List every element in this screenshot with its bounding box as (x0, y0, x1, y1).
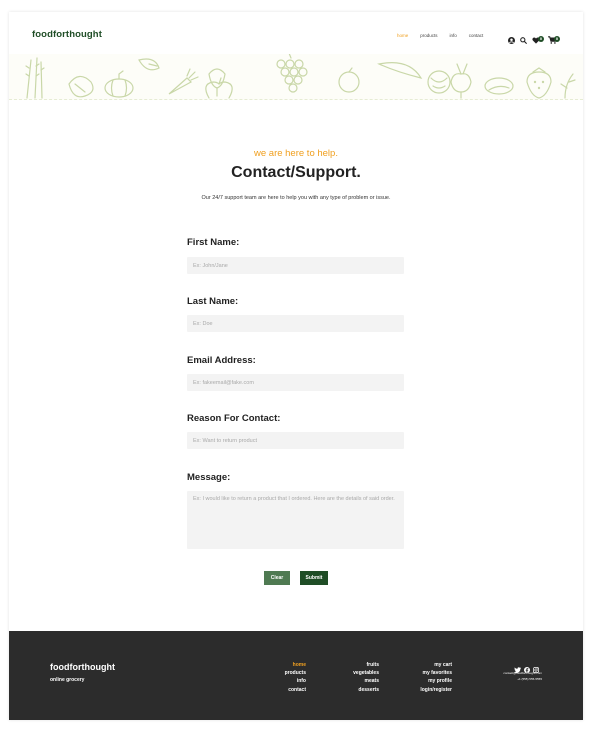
main-nav: home products info contact (397, 33, 495, 38)
last-name-field[interactable] (187, 315, 404, 332)
apple-icon (205, 77, 233, 99)
lettuce-icon (68, 75, 94, 98)
first-name-label: First Name: (187, 237, 240, 248)
page-title: Contact/Support. (231, 164, 361, 181)
strawberry-icon (526, 67, 552, 99)
carrot-icon (168, 68, 199, 95)
favorites-count-badge: 0 (538, 36, 544, 42)
footer-nav-column: home products info contact (285, 661, 306, 694)
asparagus-icon (25, 57, 45, 99)
page: foodforthought home products info contac… (9, 12, 583, 720)
last-name-label: Last Name: (187, 296, 239, 307)
message-label: Message: (187, 472, 231, 483)
nav-info[interactable]: info (450, 33, 457, 38)
cart-count-badge: 0 (554, 36, 560, 42)
footer-link-products[interactable]: products (285, 669, 306, 677)
search-icon[interactable] (520, 31, 528, 49)
footer-link-login-register[interactable]: login/register (420, 686, 452, 694)
reason-field[interactable] (187, 432, 404, 449)
footer-link-contact[interactable]: contact (285, 686, 306, 694)
email-field[interactable] (187, 374, 404, 391)
produce-banner (9, 54, 583, 100)
site-logo[interactable]: foodforthought (32, 29, 102, 40)
footer-category-column: fruits vegetables meats desserts (353, 661, 379, 694)
pumpkin-icon (104, 70, 134, 98)
footer-logo[interactable]: foodforthought (50, 662, 115, 672)
footer-link-info[interactable]: info (285, 677, 306, 685)
footer-social (512, 660, 542, 674)
header-icons: 0 0 (508, 31, 568, 45)
leaf-icon (138, 58, 160, 71)
footer-tagline: online grocery (50, 677, 85, 683)
message-field[interactable] (187, 491, 404, 549)
site-header: foodforthought home products info contac… (9, 12, 583, 54)
clear-button[interactable]: Clear (264, 571, 290, 585)
footer-link-desserts[interactable]: desserts (353, 686, 379, 694)
email-label: Email Address: (187, 355, 256, 366)
footer-link-fruits[interactable]: fruits (353, 661, 380, 669)
grapes-icon (276, 54, 308, 93)
footer-account-column: my cart my favorites my profile login/re… (420, 661, 452, 694)
nav-products[interactable]: products (420, 33, 437, 38)
footer-email[interactable]: contact@foodforthought.com (503, 671, 542, 677)
page-subtitle: Our 24/7 support team are here to help y… (201, 195, 391, 201)
cabbage-icon (427, 70, 451, 94)
footer-link-my-cart[interactable]: my cart (420, 661, 452, 669)
produce-pattern (25, 54, 576, 99)
nav-home[interactable]: home (397, 33, 408, 38)
lemon-icon (484, 77, 514, 95)
banana-icon (377, 62, 423, 79)
footer-link-home[interactable]: home (285, 661, 306, 669)
submit-button[interactable]: Submit (300, 571, 328, 585)
footer-link-my-favorites[interactable]: my favorites (420, 669, 452, 677)
nav-contact[interactable]: contact (469, 33, 484, 38)
herb-icon (560, 73, 576, 99)
footer-phone[interactable]: +1 (555) 555-5555 (503, 677, 542, 683)
footer-link-vegetables[interactable]: vegetables (353, 669, 379, 677)
beet-icon (450, 63, 472, 99)
first-name-field[interactable] (187, 257, 404, 274)
user-icon[interactable] (508, 31, 515, 49)
orange-icon (338, 67, 360, 93)
footer-link-my-profile[interactable]: my profile (420, 677, 452, 685)
reason-label: Reason For Contact: (187, 413, 281, 424)
footer-contact: contact@foodforthought.com +1 (555) 555-… (503, 671, 542, 682)
intro-eyebrow: we are here to help. (254, 148, 338, 159)
site-footer: foodforthought online grocery home produ… (9, 631, 583, 720)
footer-link-meats[interactable]: meats (353, 677, 379, 685)
